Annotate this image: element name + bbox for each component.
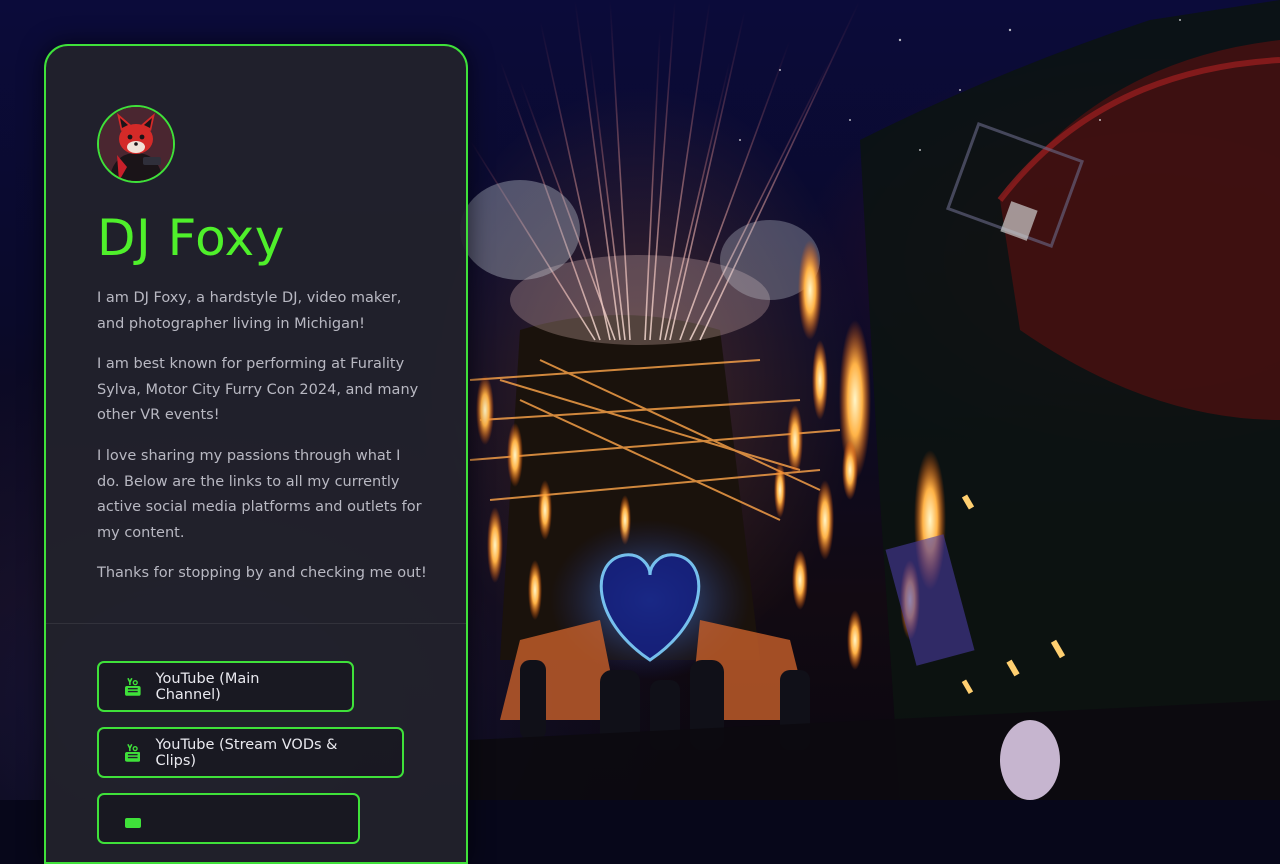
bio-paragraph: I am DJ Foxy, a hardstyle DJ, video make… xyxy=(97,290,402,332)
youtube-icon xyxy=(125,677,141,696)
bio-paragraph: Thanks for stopping by and checking me o… xyxy=(97,565,427,582)
link-list: YouTube (Main Channel) YouTube (Stream V… xyxy=(97,661,404,859)
page-title: DJ Foxy xyxy=(97,209,285,267)
bio-paragraph: I am best known for performing at Furali… xyxy=(97,356,419,424)
link-label: YouTube (Stream VODs & Clips) xyxy=(155,736,338,769)
divider xyxy=(46,623,466,624)
link-label: YouTube (Main Channel) xyxy=(155,670,260,703)
bio-paragraph: I love sharing my passions through what … xyxy=(97,447,422,541)
fox-avatar-icon xyxy=(99,107,173,181)
youtube-stream-vods-link[interactable]: YouTube (Stream VODs & Clips) xyxy=(97,727,404,778)
bio: I am DJ Foxy, a hardstyle DJ, video make… xyxy=(97,286,427,602)
profile-card: DJ Foxy I am DJ Foxy, a hardstyle DJ, vi… xyxy=(44,44,468,864)
social-link[interactable] xyxy=(97,793,360,844)
youtube-icon xyxy=(125,743,141,762)
youtube-main-channel-link[interactable]: YouTube (Main Channel) xyxy=(97,661,354,712)
youtube-icon xyxy=(125,817,141,828)
avatar xyxy=(97,105,175,183)
